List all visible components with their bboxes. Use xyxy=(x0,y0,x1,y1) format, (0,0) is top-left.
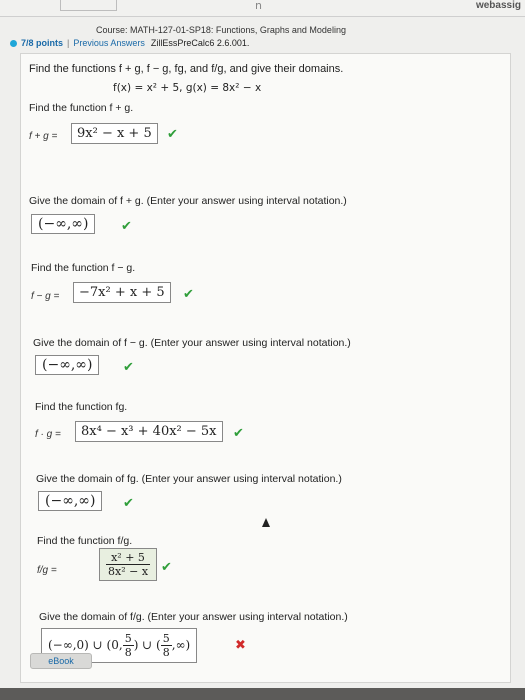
question-panel: Find the functions f + g, f − g, fg, and… xyxy=(20,53,511,683)
assignment-page: Course: MATH-127-01-SP18: Functions, Gra… xyxy=(0,17,525,700)
check-icon: ✔ xyxy=(121,219,132,234)
domain-f-minus-g-answer[interactable]: (−∞,∞) xyxy=(35,355,100,375)
denominator: 8 xyxy=(124,646,132,659)
check-icon: ✔ xyxy=(123,496,134,511)
brand-logo-text: webassig xyxy=(475,0,521,11)
fg-label: f · g = xyxy=(35,429,61,440)
top-glyph: n xyxy=(255,0,262,12)
bottom-bar xyxy=(0,688,525,700)
question-f-over-g: Find the function f/g. xyxy=(37,535,133,547)
denominator: 8x² − x xyxy=(108,565,149,578)
previous-answers-link[interactable]: Previous Answers xyxy=(73,38,145,48)
denominator: 8 xyxy=(162,646,170,659)
f-over-g-fraction: x² + 5 8x² − x xyxy=(106,551,151,578)
question-f-plus-g: Find the function f + g. xyxy=(29,102,134,114)
fraction-5-8: 58 xyxy=(160,632,172,659)
f-plus-g-label: f + g = xyxy=(29,131,58,142)
function-definitions: f(x) = x² + 5, g(x) = 8x² − x xyxy=(113,82,262,94)
question-domain-f-minus-g: Give the domain of f − g. (Enter your an… xyxy=(33,337,351,349)
separator: | xyxy=(67,38,70,48)
question-f-minus-g: Find the function f − g. xyxy=(31,262,136,274)
question-fg: Find the function fg. xyxy=(35,401,128,413)
domain-f-plus-g-answer[interactable]: (−∞,∞) xyxy=(31,214,96,234)
interval-part-2: ) ∪ ( xyxy=(133,638,161,652)
check-icon: ✔ xyxy=(161,560,172,575)
f-minus-g-answer[interactable]: −7x² + x + 5 xyxy=(73,282,171,303)
f-over-g-label: f/g = xyxy=(37,565,57,576)
f-minus-g-label: f − g = xyxy=(31,291,60,302)
status-dot-icon xyxy=(10,40,17,48)
assignment-id: ZillEssPreCalc6 2.6.001. xyxy=(150,38,250,48)
question-domain-fg: Give the domain of fg. (Enter your answe… xyxy=(36,473,342,485)
domain-fg-answer[interactable]: (−∞,∞) xyxy=(38,491,103,511)
points-score: 7/8 points xyxy=(21,38,64,48)
browser-tab[interactable] xyxy=(60,0,117,11)
question-domain-f-over-g: Give the domain of f/g. (Enter your answ… xyxy=(39,611,348,623)
mouse-cursor-icon xyxy=(262,518,270,527)
f-over-g-answer[interactable]: x² + 5 8x² − x xyxy=(99,548,158,581)
check-icon: ✔ xyxy=(123,360,134,375)
question-domain-f-plus-g: Give the domain of f + g. (Enter your an… xyxy=(29,195,347,207)
numerator: 5 xyxy=(122,632,134,646)
fg-answer[interactable]: 8x⁴ − x³ + 40x² − 5x xyxy=(75,421,223,442)
check-icon: ✔ xyxy=(233,426,244,441)
fraction-5-8: 58 xyxy=(122,632,134,659)
browser-top-bar: n webassig xyxy=(0,0,525,17)
check-icon: ✔ xyxy=(183,287,194,302)
numerator: 5 xyxy=(160,632,172,646)
points-row: 7/8 points | Previous Answers ZillEssPreCal… xyxy=(10,38,249,48)
ebook-button[interactable]: eBook xyxy=(30,653,92,669)
cross-icon: ✖ xyxy=(235,638,246,653)
interval-part-1: (−∞,0) ∪ (0, xyxy=(48,638,123,652)
f-plus-g-answer[interactable]: 9x² − x + 5 xyxy=(71,123,158,144)
interval-part-3: ,∞) xyxy=(171,638,191,652)
numerator: x² + 5 xyxy=(106,551,151,565)
problem-prompt: Find the functions f + g, f − g, fg, and… xyxy=(29,63,344,75)
course-title: Course: MATH-127-01-SP18: Functions, Gra… xyxy=(96,25,346,35)
check-icon: ✔ xyxy=(167,127,178,142)
